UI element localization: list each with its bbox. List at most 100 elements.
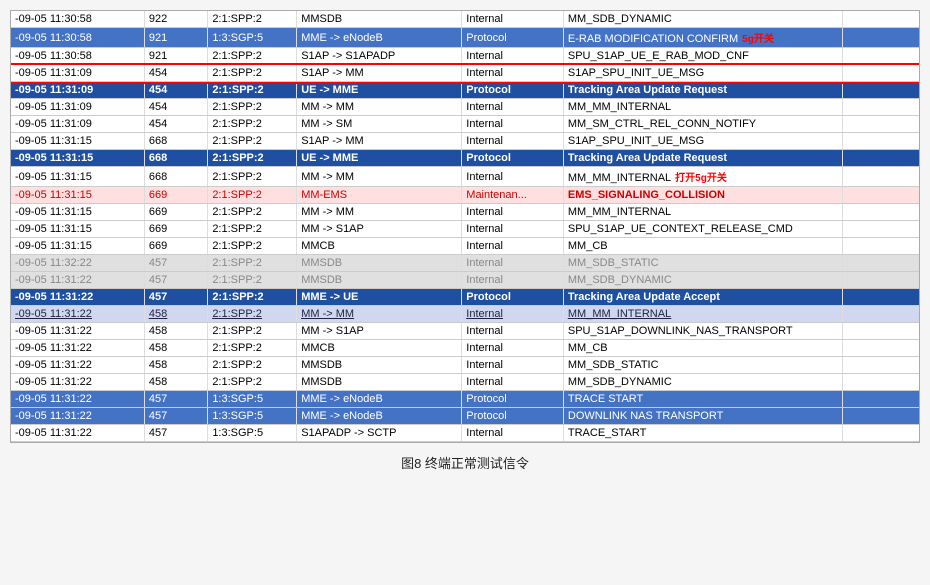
table-cell: 458 (144, 374, 207, 391)
table-cell: 2:1:SPP:2 (208, 323, 297, 340)
table-cell: MM -> MM (297, 204, 462, 221)
table-cell: 2:1:SPP:2 (208, 167, 297, 187)
table-row: -09-05 11:30:589222:1:SPP:2MMSDBInternal… (11, 11, 919, 28)
table-cell: 2:1:SPP:2 (208, 357, 297, 374)
table-cell: -09-05 11:31:22 (11, 408, 144, 425)
table-cell: MMSDB (297, 11, 462, 28)
table-cell: MM_CB (563, 238, 842, 255)
table-row: -09-05 11:31:156692:1:SPP:2MM -> S1APInt… (11, 221, 919, 238)
table-cell: -09-05 11:31:09 (11, 82, 144, 99)
table-cell: MME -> UE (297, 289, 462, 306)
table-cell: 2:1:SPP:2 (208, 289, 297, 306)
table-cell: -09-05 11:31:15 (11, 167, 144, 187)
table-cell: 2:1:SPP:2 (208, 82, 297, 99)
table-row: -09-05 11:31:156692:1:SPP:2MMCBInternalM… (11, 238, 919, 255)
table-cell: S1AP_SPU_INIT_UE_MSG (563, 133, 842, 150)
table-cell: MME -> eNodeB (297, 408, 462, 425)
table-cell: Internal (462, 272, 564, 289)
table-row: -09-05 11:31:224582:1:SPP:2MMCBInternalM… (11, 340, 919, 357)
table-cell: MMSDB (297, 357, 462, 374)
table-cell: MM_SDB_DYNAMIC (563, 272, 842, 289)
table-cell: SPU_S1AP_DOWNLINK_NAS_TRANSPORT (563, 323, 842, 340)
table-row: -09-05 11:31:224582:1:SPP:2MMSDBInternal… (11, 357, 919, 374)
table-cell: MMSDB (297, 374, 462, 391)
table-cell-extra (843, 82, 919, 99)
table-cell: 457 (144, 408, 207, 425)
table-cell-extra (843, 323, 919, 340)
table-cell: -09-05 11:31:15 (11, 204, 144, 221)
table-cell: E-RAB MODIFICATION CONFIRM5g开关 (563, 28, 842, 48)
table-row: -09-05 11:31:094542:1:SPP:2MM -> SMInter… (11, 116, 919, 133)
table-cell: Internal (462, 221, 564, 238)
table-cell: UE -> MME (297, 150, 462, 167)
table-cell: -09-05 11:30:58 (11, 48, 144, 65)
table-cell-extra (843, 306, 919, 323)
table-cell: MMSDB (297, 255, 462, 272)
table-cell: 921 (144, 48, 207, 65)
table-cell: SPU_S1AP_UE_CONTEXT_RELEASE_CMD (563, 221, 842, 238)
table-cell: -09-05 11:31:15 (11, 221, 144, 238)
annotation-label: 5g开关 (742, 34, 774, 45)
table-cell-extra (843, 48, 919, 65)
table-cell: Internal (462, 48, 564, 65)
table-cell-extra (843, 99, 919, 116)
table-cell: 458 (144, 323, 207, 340)
table-cell-extra (843, 65, 919, 82)
table-cell: 2:1:SPP:2 (208, 221, 297, 238)
table-cell: -09-05 11:30:58 (11, 28, 144, 48)
table-cell-extra (843, 425, 919, 442)
table-cell: 454 (144, 99, 207, 116)
table-cell: 1:3:SGP:5 (208, 391, 297, 408)
table-cell: 2:1:SPP:2 (208, 116, 297, 133)
table-cell: 668 (144, 150, 207, 167)
table-cell: Internal (462, 133, 564, 150)
table-row: -09-05 11:31:094542:1:SPP:2MM -> MMInter… (11, 99, 919, 116)
table-cell: -09-05 11:31:22 (11, 357, 144, 374)
table-cell: 454 (144, 116, 207, 133)
table-cell-extra (843, 11, 919, 28)
table-cell: 2:1:SPP:2 (208, 11, 297, 28)
table-cell: 2:1:SPP:2 (208, 150, 297, 167)
table-cell: Internal (462, 238, 564, 255)
table-cell-extra (843, 340, 919, 357)
table-cell: S1AP -> MM (297, 133, 462, 150)
table-cell: 457 (144, 391, 207, 408)
table-cell-extra (843, 187, 919, 204)
table-cell: -09-05 11:31:22 (11, 374, 144, 391)
table-cell-extra (843, 221, 919, 238)
table-cell: 454 (144, 65, 207, 82)
table-cell: 668 (144, 167, 207, 187)
table-row: -09-05 11:31:224582:1:SPP:2MM -> S1APInt… (11, 323, 919, 340)
table-cell: Protocol (462, 82, 564, 99)
table-cell: Internal (462, 255, 564, 272)
table-row: -09-05 11:31:224571:3:SGP:5MME -> eNodeB… (11, 391, 919, 408)
table-cell: Internal (462, 357, 564, 374)
table-cell: Internal (462, 11, 564, 28)
table-cell: 2:1:SPP:2 (208, 204, 297, 221)
table-cell: Internal (462, 340, 564, 357)
table-cell: MM -> MM (297, 306, 462, 323)
table-cell: MM_MM_INTERNAL (563, 99, 842, 116)
table-row: -09-05 11:31:224571:3:SGP:5S1APADP -> SC… (11, 425, 919, 442)
table-cell: -09-05 11:31:09 (11, 65, 144, 82)
table-cell: 669 (144, 204, 207, 221)
table-cell: 2:1:SPP:2 (208, 133, 297, 150)
table-cell: MM -> S1AP (297, 323, 462, 340)
table-cell: 2:1:SPP:2 (208, 48, 297, 65)
table-cell: -09-05 11:31:09 (11, 99, 144, 116)
table-cell: 669 (144, 221, 207, 238)
table-cell: SPU_S1AP_UE_E_RAB_MOD_CNF (563, 48, 842, 65)
table-cell: MMCB (297, 340, 462, 357)
table-cell: 2:1:SPP:2 (208, 306, 297, 323)
table-cell: -09-05 11:31:15 (11, 150, 144, 167)
table-cell: UE -> MME (297, 82, 462, 99)
table-cell: 1:3:SGP:5 (208, 408, 297, 425)
table-cell: -09-05 11:31:22 (11, 306, 144, 323)
table-cell: MM -> MM (297, 99, 462, 116)
table-cell: MM_SDB_STATIC (563, 255, 842, 272)
table-cell: 921 (144, 28, 207, 48)
table-cell-extra (843, 391, 919, 408)
table-cell: 2:1:SPP:2 (208, 374, 297, 391)
table-cell: TRACE_START (563, 425, 842, 442)
table-cell: -09-05 11:31:22 (11, 340, 144, 357)
